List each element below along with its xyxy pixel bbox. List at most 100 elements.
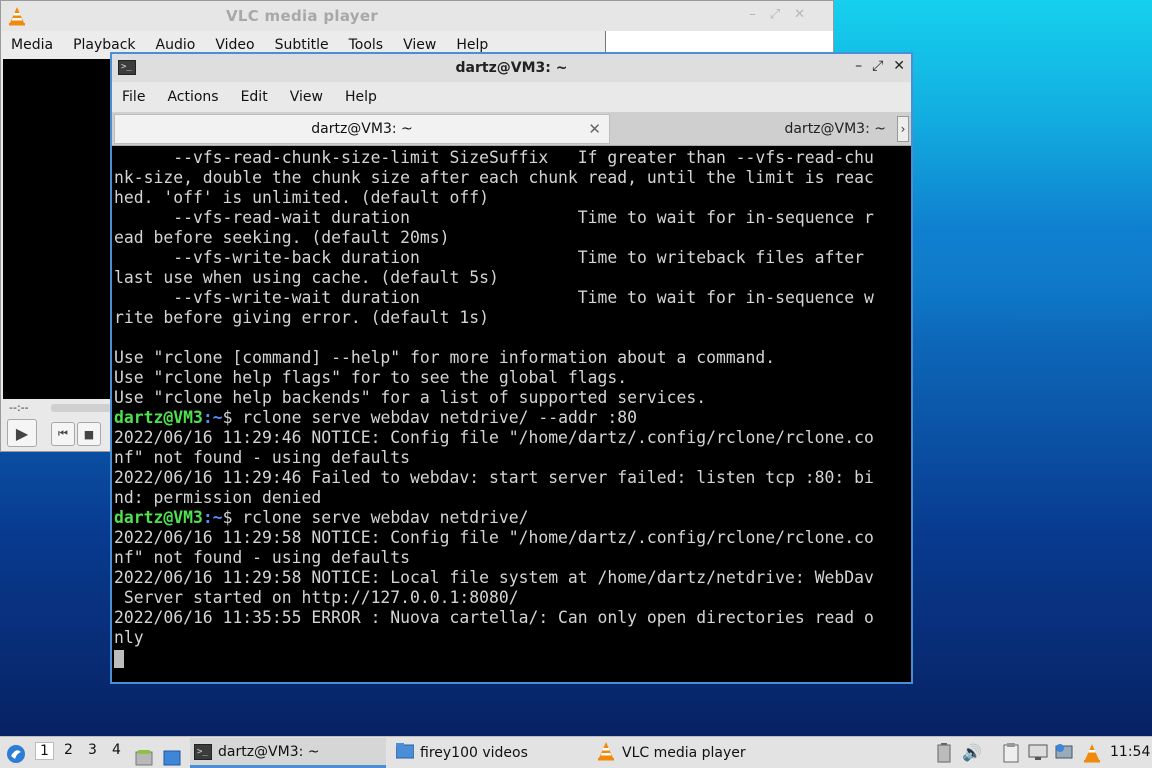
terminal-prompt-line: dartz@VM3:~$ rclone serve webdav netdriv… — [114, 508, 894, 528]
workspace-1[interactable]: 1 — [35, 742, 54, 760]
terminal-output-line: 2022/06/16 11:29:46 Failed to webdav: st… — [114, 468, 894, 488]
task-terminal[interactable]: >_ dartz@VM3: ~ — [190, 738, 386, 768]
vlc-elapsed-time: --:-- — [9, 401, 29, 414]
previous-icon: ⏮ — [58, 427, 68, 440]
line-text: nf" not found - using defaults — [114, 548, 411, 567]
close-icon[interactable]: ✕ — [893, 58, 905, 74]
vlc-video-area[interactable] — [3, 59, 111, 399]
start-menu-icon[interactable] — [6, 739, 26, 768]
maximize-icon[interactable]: ⤢ — [872, 58, 883, 74]
workspace-4[interactable]: 4 — [112, 742, 121, 758]
terminal-output-line: nf" not found - using defaults — [114, 548, 894, 568]
line-text: Use "rclone help backends" for a list of… — [114, 388, 707, 407]
terminal-menu-file[interactable]: File — [122, 89, 145, 105]
terminal-menu-help[interactable]: Help — [345, 89, 377, 105]
terminal-window[interactable]: >_ dartz@VM3: ~ – ⤢ ✕ File Actions Edit … — [110, 52, 913, 684]
workspace-3[interactable]: 3 — [88, 742, 97, 758]
terminal-cursor-line — [114, 648, 894, 668]
terminal-output[interactable]: --vfs-read-chunk-size-limit SizeSuffix I… — [114, 148, 894, 678]
close-icon[interactable]: ✕ — [794, 7, 805, 22]
terminal-tab-bar: dartz@VM3: ~ ✕ dartz@VM3: ~ › — [112, 112, 911, 146]
battery-icon[interactable] — [936, 743, 952, 767]
minimize-icon[interactable]: – — [855, 58, 862, 74]
vlc-tray-icon[interactable] — [1082, 743, 1102, 767]
vlc-menu-media[interactable]: Media — [11, 37, 53, 53]
terminal-output-line: Server started on http://127.0.0.1:8080/ — [114, 588, 894, 608]
prompt-user: dartz@VM3 — [114, 408, 203, 427]
terminal-output-line: --vfs-write-back duration Time to writeb… — [114, 248, 894, 268]
task-vlc[interactable]: VLC media player — [596, 738, 792, 768]
vlc-window-title: VLC media player — [225, 7, 379, 25]
terminal-output-line: --vfs-read-wait duration Time to wait fo… — [114, 208, 894, 228]
vlc-menu-tools[interactable]: Tools — [349, 37, 384, 53]
terminal-menu-view[interactable]: View — [290, 89, 323, 105]
terminal-menu-edit[interactable]: Edit — [241, 89, 268, 105]
play-button[interactable]: ▶ — [7, 419, 37, 447]
line-text: nf" not found - using defaults — [114, 448, 411, 467]
vlc-menu-view[interactable]: View — [403, 37, 436, 53]
line-text: $ rclone serve webdav netdrive/ — [222, 508, 529, 527]
previous-button[interactable]: ⏮ — [51, 422, 75, 446]
tab-scroll-right-icon[interactable]: › — [897, 116, 909, 142]
workspace-2[interactable]: 2 — [64, 742, 73, 758]
terminal-output-line: 2022/06/16 11:29:46 NOTICE: Config file … — [114, 428, 894, 448]
prompt-user: dartz@VM3 — [114, 508, 203, 527]
terminal-output-line: hed. 'off' is unlimited. (default off) — [114, 188, 894, 208]
vlc-menu-playback[interactable]: Playback — [73, 37, 135, 53]
terminal-icon: >_ — [194, 743, 212, 760]
show-desktop-icon[interactable] — [163, 743, 181, 768]
line-text: Use "rclone [command] --help" for more i… — [114, 348, 776, 367]
vlc-menu-help[interactable]: Help — [456, 37, 488, 53]
minimize-icon[interactable]: – — [749, 7, 756, 22]
line-text: --vfs-write-wait duration Time to wait f… — [114, 288, 874, 307]
terminal-title-bar[interactable]: >_ dartz@VM3: ~ – ⤢ ✕ — [112, 54, 911, 82]
folder-icon — [395, 743, 415, 763]
terminal-output-line: nf" not found - using defaults — [114, 448, 894, 468]
stop-button[interactable]: ■ — [77, 422, 101, 446]
line-text: --vfs-read-wait duration Time to wait fo… — [114, 208, 874, 227]
terminal-tab-inactive[interactable]: dartz@VM3: ~ — [612, 114, 888, 144]
terminal-cursor — [114, 649, 124, 668]
terminal-output-line: --vfs-write-wait duration Time to wait f… — [114, 288, 894, 308]
prompt-path: :~ — [202, 508, 223, 527]
terminal-menu-bar: File Actions Edit View Help — [112, 82, 911, 112]
file-manager-launcher-icon[interactable] — [135, 743, 153, 768]
tab-label: dartz@VM3: ~ — [784, 121, 886, 137]
play-icon: ▶ — [15, 423, 29, 443]
terminal-output-line: rite before giving error. (default 1s) — [114, 308, 894, 328]
terminal-tab-active[interactable]: dartz@VM3: ~ ✕ — [114, 114, 610, 144]
line-text: --vfs-write-back duration Time to writeb… — [114, 248, 864, 267]
terminal-window-title: dartz@VM3: ~ — [455, 60, 568, 76]
terminal-menu-actions[interactable]: Actions — [167, 89, 218, 105]
vlc-menu-subtitle[interactable]: Subtitle — [275, 37, 329, 53]
task-label: firey100 videos — [420, 745, 528, 761]
line-text: --vfs-read-chunk-size-limit SizeSuffix I… — [114, 148, 874, 167]
vlc-cone-icon — [596, 741, 616, 765]
volume-icon[interactable]: 🔊 — [962, 743, 982, 762]
line-text: 2022/06/16 11:29:46 NOTICE: Config file … — [114, 428, 874, 447]
clipboard-icon[interactable] — [1002, 743, 1020, 767]
task-label: VLC media player — [622, 745, 746, 761]
task-folder[interactable]: firey100 videos — [394, 738, 590, 768]
network-icon[interactable] — [1028, 743, 1048, 765]
line-text: nk-size, double the chunk size after eac… — [114, 168, 874, 187]
tab-close-icon[interactable]: ✕ — [588, 120, 601, 138]
clock[interactable]: 11:54 — [1110, 744, 1150, 760]
terminal-output-line: 2022/06/16 11:29:58 NOTICE: Local file s… — [114, 568, 894, 588]
vlc-menu-audio[interactable]: Audio — [156, 37, 196, 53]
line-text: Server started on http://127.0.0.1:8080/ — [114, 588, 519, 607]
terminal-output-line: nk-size, double the chunk size after eac… — [114, 168, 894, 188]
vlc-title-bar[interactable]: VLC media player – ⤢ ✕ — [1, 1, 833, 31]
terminal-icon: >_ — [118, 60, 136, 75]
notification-icon[interactable] — [1054, 743, 1074, 765]
terminal-output-line: 2022/06/16 11:35:55 ERROR : Nuova cartel… — [114, 608, 894, 628]
terminal-output-line: nly — [114, 628, 894, 648]
vlc-seek-bar[interactable] — [51, 404, 111, 412]
terminal-output-line: 2022/06/16 11:29:58 NOTICE: Config file … — [114, 528, 894, 548]
tab-label: dartz@VM3: ~ — [311, 121, 413, 137]
line-text: 2022/06/16 11:29:58 NOTICE: Config file … — [114, 528, 874, 547]
maximize-icon[interactable]: ⤢ — [770, 7, 780, 22]
vlc-menu-video[interactable]: Video — [215, 37, 254, 53]
terminal-prompt-line: dartz@VM3:~$ rclone serve webdav netdriv… — [114, 408, 894, 428]
line-text: Use "rclone help flags" for to see the g… — [114, 368, 628, 387]
